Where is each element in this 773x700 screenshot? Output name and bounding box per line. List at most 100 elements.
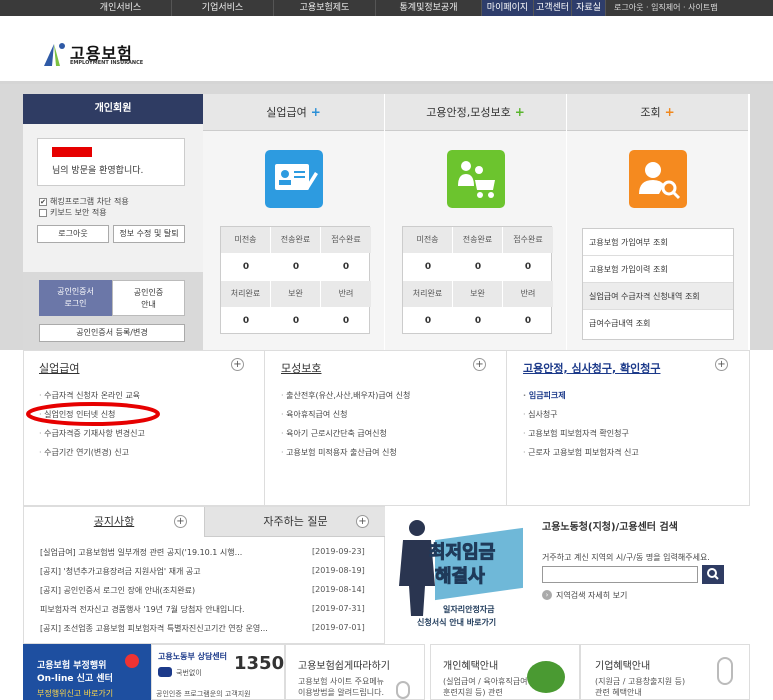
top-navigation-bar: 개인서비스 기업서비스 고용보험제도 통계및정보공개 마이페이지 고객센터 자료…	[0, 0, 773, 16]
personal-benefit-banner[interactable]: 개인혜택안내 (실업급여 / 육아휴직급여 / 훈련지원 등) 관련	[430, 644, 580, 700]
stat-value[interactable]: 0	[453, 307, 503, 335]
stat-value[interactable]: 0	[403, 253, 453, 281]
stat-value[interactable]: 0	[403, 307, 453, 335]
corporate-benefit-banner[interactable]: 기업혜택안내 (지원금 / 고용창출지원 등) 관련 혜택안내	[580, 644, 750, 700]
nav-mypage[interactable]: 마이페이지	[482, 0, 534, 16]
menu-title[interactable]: 모성보호	[281, 360, 321, 376]
stat-value[interactable]: 0	[321, 253, 371, 281]
nav-statistics[interactable]: 통계및정보공개	[376, 0, 482, 16]
plus-icon: +	[310, 105, 321, 119]
user-search-icon[interactable]	[629, 150, 687, 208]
cert-login-button[interactable]: 공인인증서 로그인	[39, 280, 112, 316]
call-center-banner[interactable]: 고용노동부 상담센터 국번없이 1350 공인인증 프로그램운의 고객지원	[151, 644, 285, 700]
easy-guide-banner[interactable]: 고용보험쉽게따라하기 고용보험 사이트 주요메뉴 이용방법을 알려드립니다.	[285, 644, 425, 700]
hacking-block-checkbox[interactable]: ✔ 해킹프로그램 차단 적용	[39, 196, 129, 207]
notice-row[interactable]: 피보험자격 전자신고 경품행사 '19년 7월 당첨자 안내입니다. [2019-…	[40, 604, 370, 615]
nav-corporate-service[interactable]: 기업서비스	[172, 0, 274, 16]
fraud-report-banner[interactable]: 고용보험 부정행위 On-line 신고 센터 부정행위신고 바로가기	[23, 644, 151, 700]
mouse-icon	[396, 681, 410, 699]
menu-link[interactable]: 육아기 근로시간단축 급여신청	[281, 428, 387, 439]
stat-label: 접수완료	[503, 227, 553, 253]
nav-personal-service[interactable]: 개인서비스	[70, 0, 172, 16]
menu-title[interactable]: 고용안정, 심사청구, 확인청구	[523, 360, 660, 376]
stat-label: 반려	[321, 281, 371, 307]
notice-row[interactable]: [공지] 공인인증서 로그인 장애 안내(조치완료) [2019-08-14]	[40, 585, 370, 596]
plus-icon: +	[664, 105, 675, 119]
stat-label: 미전송	[403, 227, 453, 253]
column-inquiry: 조회 + 고용보험 가입여부 조회 고용보험 가입이력 조회 실업급여 수급자격 …	[567, 94, 748, 350]
menu-link[interactable]: 고용보험 피보험자격 확인청구	[523, 428, 629, 439]
nav-insurance-system[interactable]: 고용보험제도	[274, 0, 376, 16]
menu-title[interactable]: 실업급여	[39, 360, 79, 376]
menu-link[interactable]: 심사청구	[523, 409, 557, 420]
menu-link[interactable]: 육아휴직급여 신청	[281, 409, 347, 420]
inquiry-list: 고용보험 가입여부 조회 고용보험 가입이력 조회 실업급여 수급자격 신청내역…	[582, 228, 734, 340]
stat-value[interactable]: 0	[271, 253, 321, 281]
stat-value[interactable]: 0	[453, 253, 503, 281]
stat-label: 처리완료	[221, 281, 271, 307]
call-sub: 국번없이	[176, 669, 202, 677]
faq-plus-icon[interactable]: +	[356, 515, 369, 528]
column-title: 실업급여	[266, 106, 307, 119]
stat-value[interactable]: 0	[503, 307, 553, 335]
wage-caption2: 신청서식 안내 바로가기	[417, 618, 497, 627]
cert-login-line2: 로그인	[64, 299, 87, 308]
report-link[interactable]: 부정행위신고 바로가기	[37, 688, 113, 699]
stat-label: 보완	[453, 281, 503, 307]
search-button[interactable]	[702, 565, 724, 584]
more-plus-icon[interactable]: +	[231, 358, 244, 371]
more-plus-icon[interactable]: +	[473, 358, 486, 371]
column-employment-stability: 고용안정,모성보호 + 미전송 전송완료 접수완료 0 0 0 처리완료 보완 반…	[385, 94, 566, 350]
stat-value[interactable]: 0	[321, 307, 371, 335]
nav-resources[interactable]: 자료실	[572, 0, 606, 16]
column-employment-header[interactable]: 고용안정,모성보호 +	[385, 94, 566, 131]
menu-link[interactable]: 수급자격증 기재사항 변경신고	[39, 428, 145, 439]
cert-guide-line1: 공인인증	[133, 288, 164, 297]
report-title1: 고용보험 부정행위	[37, 661, 107, 671]
inquiry-item[interactable]: 급여수급내역 조회	[583, 310, 733, 337]
phone-icon	[158, 667, 172, 677]
column-unemployment-header[interactable]: 실업급여 +	[203, 94, 384, 131]
menu-link[interactable]: 임금피크제	[523, 390, 566, 401]
stat-value[interactable]: 0	[271, 307, 321, 335]
nav-customer-center[interactable]: 고객센터	[534, 0, 572, 16]
menu-link[interactable]: 근로자 고용보험 피보험자격 신고	[523, 447, 639, 458]
stat-value[interactable]: 0	[503, 253, 553, 281]
region-search-input[interactable]	[542, 566, 698, 583]
employment-stats: 미전송 전송완료 접수완료 0 0 0 처리완료 보완 반려 0 0 0	[402, 226, 553, 335]
cert-register-button[interactable]: 공인인증서 등록/변경	[39, 324, 185, 342]
tab-personal-member[interactable]: 개인회원	[23, 94, 203, 124]
menu-link[interactable]: 수급기간 연기(변경) 신고	[39, 447, 129, 458]
site-logo[interactable]: 고용보험 EMPLOYMENT INSURANCE	[40, 38, 150, 78]
id-card-icon[interactable]	[265, 150, 323, 208]
util-links[interactable]: 로그아웃 · 임직제어 · 사이트맵	[614, 0, 764, 16]
more-plus-icon[interactable]: +	[715, 358, 728, 371]
column-unemployment: 실업급여 + 미전송 전송완료 접수완료 0 0 0 처리완료 보완 반려 0 0…	[203, 94, 384, 350]
keyboard-security-checkbox[interactable]: 키보드 보안 적용	[39, 207, 107, 218]
inquiry-item[interactable]: 고용보험 가입여부 조회	[583, 229, 733, 256]
notice-date: [2019-08-14]	[312, 585, 365, 594]
inquiry-item[interactable]: 실업급여 수급자격 신청내역 조회	[583, 283, 733, 310]
menu-link[interactable]: 출산전후(유산,사산,배우자)급여 신청	[281, 390, 410, 401]
checkbox-checked-icon: ✔	[39, 197, 47, 206]
notice-row[interactable]: [공지] 조선업종 고용보험 피보험자격 특별자진신고기간 연장 운영... [2…	[40, 623, 370, 634]
corp-desc1: (지원금 / 고용창출지원 등)	[595, 677, 686, 686]
notice-row[interactable]: [실업급여] 고용보험법 일부개정 관련 공지('19.10.1 시행... [2…	[40, 547, 370, 558]
notice-plus-icon[interactable]: +	[174, 515, 187, 528]
logo-subtitle: EMPLOYMENT INSURANCE	[70, 60, 144, 66]
username-redacted	[52, 147, 92, 157]
tab-faq-label: 자주하는 질문	[263, 515, 328, 528]
search-detail-link[interactable]: 지역검색 자세히 보기	[556, 590, 627, 601]
stat-value[interactable]: 0	[221, 307, 271, 335]
family-stroller-icon[interactable]	[447, 150, 505, 208]
stat-value[interactable]: 0	[221, 253, 271, 281]
inquiry-item[interactable]: 고용보험 가입이력 조회	[583, 256, 733, 283]
easy-title: 고용보험쉽게따라하기	[298, 661, 390, 672]
logout-button[interactable]: 로그아웃	[37, 225, 109, 243]
notice-row[interactable]: [공지] '청년추가고용장려금 지원사업' 재개 공고 [2019-08-19]	[40, 566, 370, 577]
cert-guide-button[interactable]: 공인인증 안내	[112, 280, 185, 316]
minimum-wage-banner[interactable]: 최저임금 해결사 일자리안정자금 신청서식 안내 바로가기	[385, 506, 530, 644]
column-inquiry-header[interactable]: 조회 +	[567, 94, 748, 131]
menu-link[interactable]: 고용보험 미적용자 출산급여 신청	[281, 447, 397, 458]
edit-info-button[interactable]: 정보 수정 및 탈퇴	[113, 225, 185, 243]
